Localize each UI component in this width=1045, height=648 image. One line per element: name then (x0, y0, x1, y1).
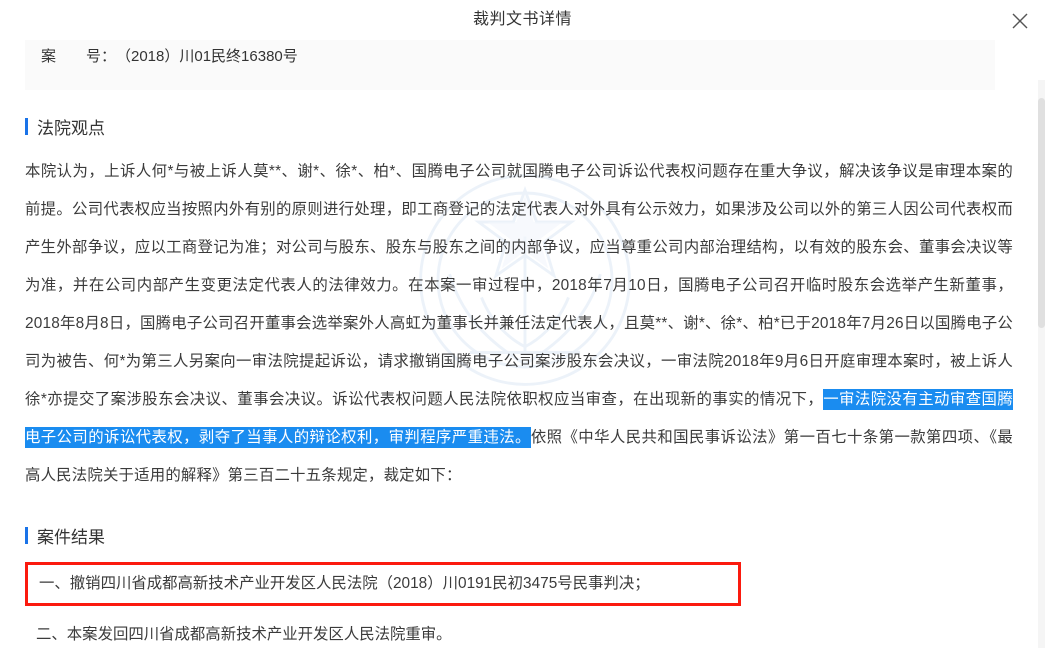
close-button[interactable] (1005, 6, 1035, 36)
section-heading-case-result: 案件结果 (25, 523, 1018, 548)
section-accent-bar (25, 118, 28, 135)
section-title-case-result: 案件结果 (37, 528, 105, 547)
document-scroll-area[interactable]: 案 号： （2018）川01民终16380号 法院观点 本院认为，上诉人何*与被… (0, 40, 1045, 648)
case-result-item-1: 一、撤销四川省成都高新技术产业开发区人民法院（2018）川0191民初3475号… (39, 575, 650, 592)
scrollbar-thumb[interactable] (1038, 98, 1045, 328)
document-content: 案 号： （2018）川01民终16380号 法院观点 本院认为，上诉人何*与被… (0, 40, 1045, 646)
close-icon (1012, 13, 1028, 29)
court-opinion-paragraph: 本院认为，上诉人何*与被上诉人莫**、谢*、徐*、柏*、国腾电子公司就国腾电子公… (25, 153, 1018, 495)
section-heading-court-opinion: 法院观点 (25, 114, 1018, 139)
section-title-court-opinion: 法院观点 (37, 119, 105, 138)
court-opinion-text-part1: 本院认为，上诉人何*与被上诉人莫**、谢*、徐*、柏*、国腾电子公司就国腾电子公… (25, 163, 1013, 408)
section-accent-bar (25, 527, 28, 544)
case-result-highlight-box: 一、撤销四川省成都高新技术产业开发区人民法院（2018）川0191民初3475号… (25, 562, 741, 606)
page-title: 裁判文书详情 (472, 11, 572, 28)
case-number-band: 案 号： （2018）川01民终16380号 (25, 40, 995, 90)
modal-header: 裁判文书详情 (0, 0, 1045, 40)
case-number-text: 案 号： （2018）川01民终16380号 (41, 48, 298, 65)
case-result-item-2: 二、本案发回四川省成都高新技术产业开发区人民法院重审。 (36, 626, 452, 643)
